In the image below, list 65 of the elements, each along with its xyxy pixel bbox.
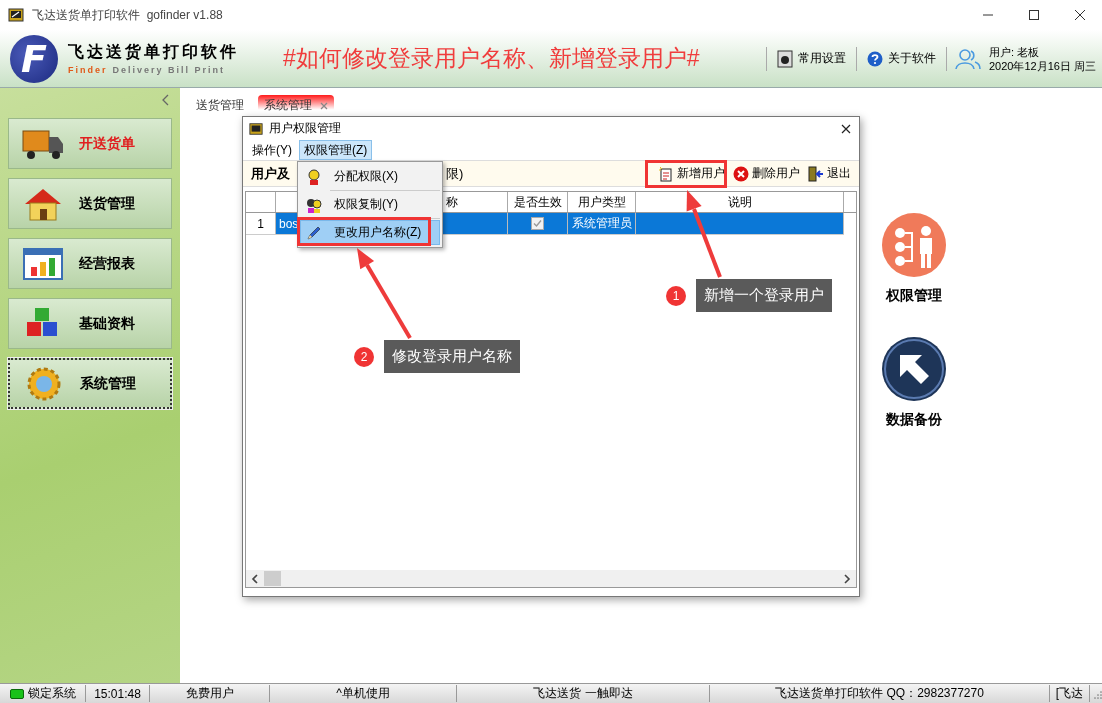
sidebar-item[interactable]: 送货管理 xyxy=(8,178,172,229)
brand-name: 飞达送货单打印软件 xyxy=(68,42,239,63)
checkbox[interactable] xyxy=(531,217,544,230)
scroll-thumb[interactable] xyxy=(264,571,281,586)
launcher-button[interactable]: 数据备份 xyxy=(882,337,946,429)
header-tool-button[interactable]: 关于软件 xyxy=(865,47,938,70)
app-icon xyxy=(8,7,24,23)
headline: #如何修改登录用户名称、新增登录用户# xyxy=(283,44,700,73)
pen-icon xyxy=(306,224,322,241)
status-text: 15:01:48 xyxy=(94,686,141,701)
scroll-right-icon[interactable] xyxy=(843,573,851,584)
current-date: 2020年12月16日 周三 xyxy=(989,58,1096,73)
maximize-icon[interactable] xyxy=(1028,9,1040,21)
callout-label: 新增一个登录用户 xyxy=(696,279,832,312)
status-text: 飞达送货单打印软件 QQ：2982377270 xyxy=(775,685,984,702)
tab[interactable]: 送货管理 xyxy=(190,95,250,116)
status-text: ^单机使用 xyxy=(336,685,390,702)
menu-item[interactable]: 操作(Y) xyxy=(247,140,297,160)
people-icon xyxy=(306,196,322,213)
toolbar-button[interactable]: 退出 xyxy=(806,163,853,184)
settings-icon xyxy=(777,49,793,68)
chart-icon xyxy=(21,246,65,281)
column-header: 是否生效 xyxy=(508,192,568,212)
user-hierarchy-icon xyxy=(882,213,946,277)
status-led-icon xyxy=(9,688,24,699)
help-icon xyxy=(867,49,883,68)
brand-tagline: Delivery Bill Print xyxy=(112,65,226,75)
status-text: 飞达送货 一触即达 xyxy=(533,685,633,702)
resize-grip-icon[interactable] xyxy=(1092,688,1102,699)
close-icon[interactable] xyxy=(1074,9,1086,21)
exit-door-icon xyxy=(808,165,824,182)
close-icon[interactable] xyxy=(841,123,851,134)
scroll-left-icon[interactable] xyxy=(251,573,259,584)
column-header: 用户类型 xyxy=(568,192,636,212)
toolbar-button[interactable]: 删除用户 xyxy=(731,163,802,184)
delete-icon xyxy=(733,165,749,182)
user-name: 用户: 老板 xyxy=(989,44,1041,59)
users-icon xyxy=(955,47,981,70)
sidebar-item[interactable]: 系统管理 xyxy=(8,358,172,409)
row-number: 1 xyxy=(246,213,276,234)
toolbar-label: 限) xyxy=(446,164,464,183)
window-title: 飞达送货单打印软件 gofinder v1.88 xyxy=(32,6,223,24)
dropdown-item[interactable]: 更改用户名称(Z) xyxy=(300,220,440,245)
menu-item[interactable]: 权限管理(Z) xyxy=(299,140,373,160)
app-icon xyxy=(249,121,263,136)
person-icon xyxy=(306,168,322,185)
dropdown-item[interactable]: 分配权限(X) xyxy=(300,164,440,189)
status-text: [飞达 xyxy=(1055,685,1084,702)
logo: F xyxy=(10,34,58,83)
callout-label: 修改登录用户名称 xyxy=(384,340,520,373)
sidebar-item[interactable]: 经营报表 xyxy=(8,238,172,289)
header-tool-button[interactable]: 常用设置 xyxy=(775,47,848,70)
brand-tagline-accent: Finder xyxy=(68,65,108,75)
toolbar-button[interactable]: 新增用户 xyxy=(656,163,727,184)
sidebar-item[interactable]: 基础资料 xyxy=(8,298,172,349)
table-cell: 系统管理员 xyxy=(568,213,636,234)
arrow-icon xyxy=(882,337,946,401)
horizontal-scrollbar[interactable] xyxy=(245,570,857,588)
status-text: 锁定系统 xyxy=(27,685,76,702)
dialog-title: 用户权限管理 xyxy=(269,120,341,137)
status-text: 免费用户 xyxy=(185,685,234,702)
collapse-icon[interactable] xyxy=(162,94,170,106)
new-document-icon xyxy=(658,165,674,182)
launcher-button[interactable]: 权限管理 xyxy=(882,213,946,305)
toolbar-label: 用户及 xyxy=(251,164,290,183)
